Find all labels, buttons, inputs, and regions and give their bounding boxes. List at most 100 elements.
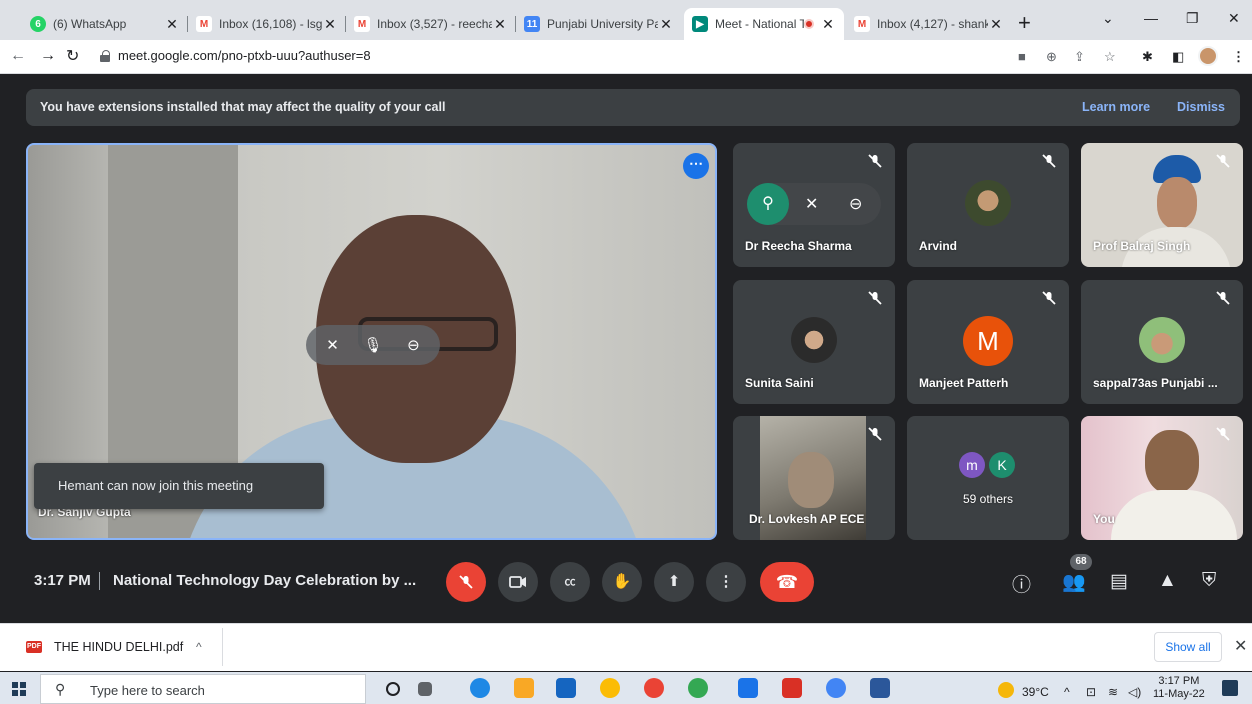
- network-icon[interactable]: ⊡: [1086, 685, 1096, 699]
- profile-avatar[interactable]: [1198, 46, 1218, 66]
- mic-off-icon[interactable]: ✕: [805, 194, 818, 214]
- close-window-icon[interactable]: ✕: [1228, 10, 1240, 27]
- others-count: 59 others: [962, 492, 1014, 506]
- remove-icon[interactable]: ⊖: [849, 194, 862, 214]
- close-tab-icon[interactable]: ✕: [988, 16, 1004, 33]
- chevron-up-icon[interactable]: ^: [1064, 685, 1070, 699]
- tab-gmail-1[interactable]: M Inbox (16,108) - lsgaut ✕: [188, 8, 346, 40]
- address-bar[interactable]: meet.google.com/pno-ptxb-uuu?authuser=8: [118, 48, 371, 63]
- chrome-alt-icon[interactable]: [826, 678, 846, 698]
- remove-icon[interactable]: ⊖: [407, 336, 420, 354]
- meeting-info-icon[interactable]: ⓘ: [1012, 570, 1031, 597]
- tab-gmail-2[interactable]: M Inbox (3,527) - reecha ✕: [346, 8, 516, 40]
- close-tab-icon[interactable]: ✕: [658, 16, 674, 33]
- present-screen-button[interactable]: ⬆: [654, 562, 694, 602]
- people-icon[interactable]: 👥: [1062, 570, 1086, 594]
- file-explorer-icon[interactable]: [514, 678, 534, 698]
- avatar: M: [963, 316, 1013, 366]
- chrome-profile-icon[interactable]: [644, 678, 664, 698]
- captions-button[interactable]: ㏄: [550, 562, 590, 602]
- host-controls-icon[interactable]: ⛨: [1202, 570, 1216, 592]
- participant-tile[interactable]: ⚲ ✕ ⊖ Dr Reecha Sharma: [733, 143, 895, 267]
- close-tab-icon[interactable]: ✕: [322, 16, 338, 33]
- tab-punjabi-university[interactable]: 11 Punjabi University Pat ✕: [516, 8, 682, 40]
- learn-more-link[interactable]: Learn more: [1082, 100, 1150, 114]
- participant-tile[interactable]: Dr. Lovkesh AP ECE: [733, 416, 895, 540]
- chat-icon[interactable]: ▤: [1110, 570, 1128, 593]
- more-options-button[interactable]: ⋯: [683, 153, 709, 179]
- chrome-icon[interactable]: [600, 678, 620, 698]
- back-icon[interactable]: ←: [10, 47, 26, 65]
- notification-icon[interactable]: [1222, 680, 1238, 696]
- share-icon[interactable]: ⇪: [1074, 49, 1085, 65]
- weather-icon: [998, 682, 1014, 698]
- main-speaker-tile[interactable]: ⋯ ✕ 🎙 ⊖ Dr. Sanjiv Gupta Hemant can now …: [26, 143, 717, 540]
- warning-message: You have extensions installed that may a…: [40, 100, 446, 114]
- bookmark-star-icon[interactable]: ☆: [1104, 49, 1116, 65]
- new-tab-button[interactable]: +: [1018, 12, 1031, 34]
- minimize-icon[interactable]: —: [1144, 10, 1158, 26]
- close-tab-icon[interactable]: ✕: [820, 16, 836, 33]
- chrome-active-icon[interactable]: [688, 678, 708, 698]
- cortana-icon[interactable]: [386, 682, 400, 696]
- camera-toggle-button[interactable]: [498, 562, 538, 602]
- close-downloads-icon[interactable]: ✕: [1234, 636, 1247, 656]
- participant-tile[interactable]: Arvind: [907, 143, 1069, 267]
- recording-icon: [804, 19, 814, 29]
- word-icon[interactable]: [870, 678, 890, 698]
- store-icon[interactable]: [556, 678, 576, 698]
- tab-meet[interactable]: ▶ Meet - National T ✕: [684, 8, 844, 40]
- pin-off-icon[interactable]: ✕: [326, 336, 339, 354]
- close-tab-icon[interactable]: ✕: [164, 16, 180, 33]
- participant-tile[interactable]: Prof Balraj Singh: [1081, 143, 1243, 267]
- download-filename[interactable]: THE HINDU DELHI.pdf: [54, 640, 183, 654]
- close-tab-icon[interactable]: ✕: [492, 16, 508, 33]
- captions-icon: ㏄: [564, 576, 576, 588]
- windows-start-icon[interactable]: [12, 682, 26, 696]
- anydesk-icon[interactable]: [782, 678, 802, 698]
- edge-icon[interactable]: [470, 678, 490, 698]
- dismiss-button[interactable]: Dismiss: [1177, 100, 1225, 114]
- weather-temp[interactable]: 39°C: [1022, 685, 1049, 699]
- downloads-bar: [0, 623, 1252, 671]
- mic-off-icon: [1042, 154, 1056, 168]
- microphone-icon[interactable]: 🎙: [363, 336, 382, 354]
- tab-whatsapp[interactable]: 6 (6) WhatsApp ✕: [22, 8, 188, 40]
- side-panel-icon[interactable]: ◧: [1172, 49, 1184, 65]
- extensions-icon[interactable]: ✱: [1142, 49, 1153, 65]
- zoom-icon[interactable]: ⊕: [1046, 49, 1057, 65]
- mic-off-icon: [868, 427, 882, 441]
- participant-tile[interactable]: sappal73as Punjabi ...: [1081, 280, 1243, 404]
- task-view-icon[interactable]: [418, 682, 432, 696]
- camera-icon[interactable]: ■: [1018, 49, 1026, 64]
- show-all-button[interactable]: Show all: [1154, 632, 1222, 662]
- participant-name: Dr Reecha Sharma: [745, 239, 852, 253]
- clock-time: 3:17 PM: [1158, 675, 1200, 687]
- restore-icon[interactable]: ❐: [1186, 10, 1199, 27]
- participant-name: Manjeet Patterh: [919, 376, 1009, 390]
- participant-tile[interactable]: M Manjeet Patterh: [907, 280, 1069, 404]
- activities-icon[interactable]: ▲: [1158, 570, 1177, 592]
- reload-icon[interactable]: ↻: [66, 46, 79, 66]
- taskbar-search[interactable]: ⚲ Type here to search: [40, 674, 366, 704]
- mic-off-icon: [868, 291, 882, 305]
- others-tile[interactable]: m K 59 others: [907, 416, 1069, 540]
- more-options-button[interactable]: ⋮: [706, 562, 746, 602]
- forward-icon[interactable]: →: [40, 47, 56, 65]
- menu-dots-icon[interactable]: ⋮: [1232, 49, 1245, 65]
- raise-hand-button[interactable]: ✋: [602, 562, 642, 602]
- clock-date: 11-May-22: [1153, 688, 1205, 700]
- wifi-icon[interactable]: ≋: [1108, 685, 1118, 699]
- taskbar-clock[interactable]: 3:17 PM 11-May-22: [1153, 675, 1205, 701]
- teamviewer-icon[interactable]: [738, 678, 758, 698]
- chevron-up-icon[interactable]: ^: [196, 640, 202, 654]
- self-tile[interactable]: You: [1081, 416, 1243, 540]
- pin-icon[interactable]: ⚲: [747, 183, 789, 225]
- participant-tile[interactable]: Sunita Saini: [733, 280, 895, 404]
- tab-gmail-3[interactable]: M Inbox (4,127) - shanka ✕: [846, 8, 1012, 40]
- avatar: [965, 180, 1011, 226]
- mic-toggle-button[interactable]: [446, 562, 486, 602]
- tab-search-icon[interactable]: ⌄: [1102, 10, 1114, 27]
- volume-icon[interactable]: ◁): [1128, 685, 1141, 699]
- leave-call-button[interactable]: ☎: [760, 562, 814, 602]
